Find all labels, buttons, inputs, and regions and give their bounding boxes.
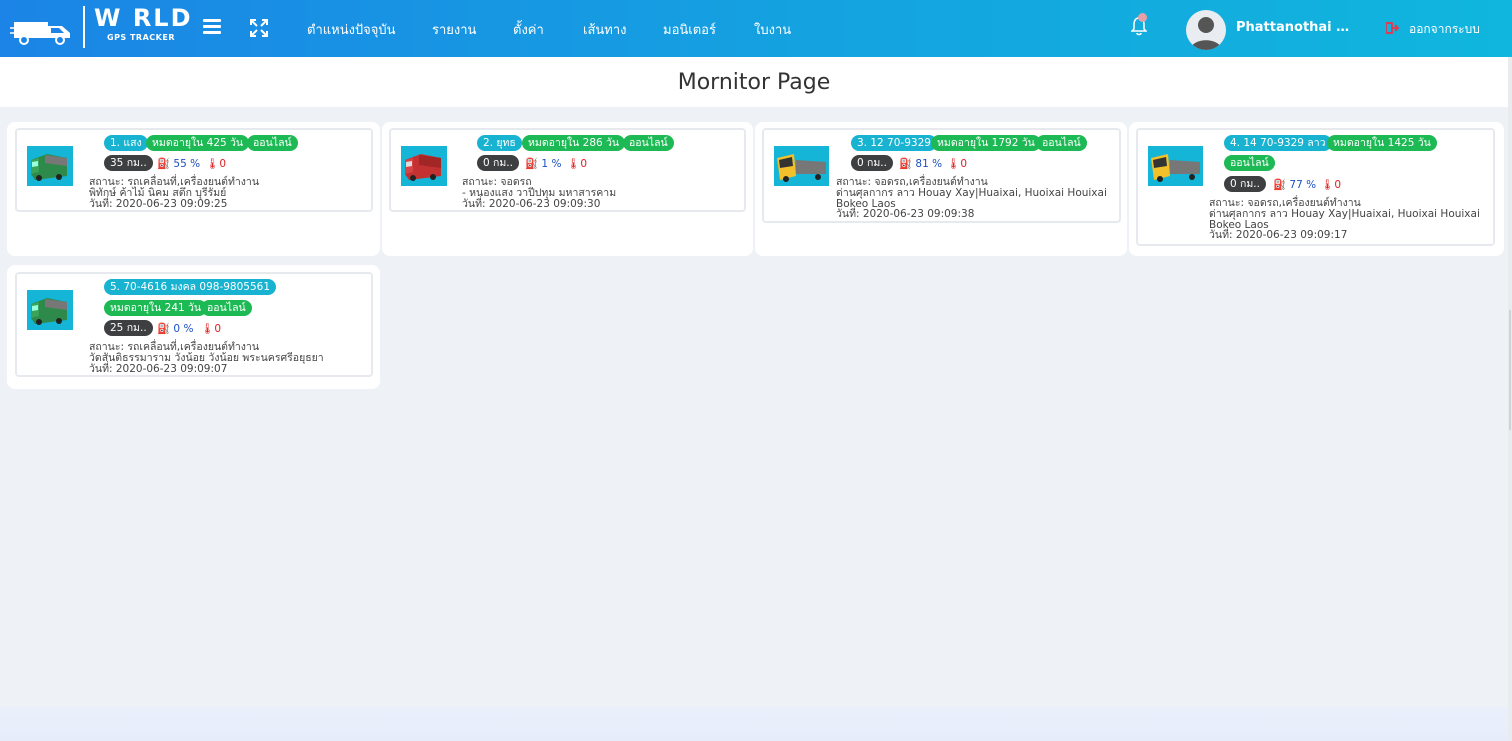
speed-badge: 0 กม.. <box>1224 176 1266 192</box>
logo-subtitle: GPS TRACKER <box>107 33 175 42</box>
truck-yellow-icon[interactable] <box>1148 146 1203 186</box>
speed-badge: 0 กม.. <box>477 155 519 171</box>
thermometer-icon: 🌡 <box>1321 179 1335 191</box>
fuel-icon: ⛽ <box>157 158 171 170</box>
temp-readout: 🌡0 <box>206 157 226 170</box>
notification-dot <box>1138 13 1147 22</box>
truck-logo-icon <box>10 22 70 45</box>
temp-value: 0 <box>219 158 227 170</box>
truck-yellow-icon[interactable] <box>774 146 829 186</box>
fuel-icon: ⛽ <box>157 323 171 335</box>
fuel-icon: ⛽ <box>899 158 913 170</box>
online-badge: ออนไลน์ <box>247 135 298 151</box>
truck-green-icon[interactable] <box>27 146 73 186</box>
online-badge: ออนไลน์ <box>201 300 252 316</box>
logo-text: W RLD <box>94 4 193 32</box>
expiry-badge: หมดอายุใน 241 วัน <box>104 300 208 316</box>
speed-badge: 35 กม.. <box>104 155 153 171</box>
nav-monitor[interactable]: มอนิเตอร์ <box>663 19 716 40</box>
logout-label: ออกจากระบบ <box>1409 22 1480 36</box>
vehicle-date: วันที่: 2020-06-23 09:09:25 <box>89 198 228 210</box>
vehicle-date: วันที่: 2020-06-23 09:09:17 <box>1209 229 1348 241</box>
temp-value: 0 <box>214 323 222 335</box>
temp-readout: 🌡0 <box>947 157 967 170</box>
top-navbar: W RLD GPS TRACKER ตำแหน่งปัจจุบัน รายงาน… <box>0 0 1512 57</box>
fuel-value: 81 % <box>915 158 943 170</box>
temp-readout: 🌡0 <box>1321 178 1341 191</box>
sign-out-icon <box>1386 22 1400 34</box>
fuel-readout: ⛽ 77 % <box>1273 178 1316 191</box>
vehicle-date: วันที่: 2020-06-23 09:09:38 <box>836 208 975 220</box>
page-title: Mornitor Page <box>677 70 831 95</box>
truck-green-icon[interactable] <box>27 290 73 330</box>
vehicle-title-badge[interactable]: 3. 12 70-9329 <box>851 135 937 151</box>
truck-red-icon[interactable] <box>401 146 447 186</box>
nav-work-order[interactable]: ใบงาน <box>754 19 791 40</box>
expiry-badge: หมดอายุใน 1792 วัน <box>931 135 1041 151</box>
hamburger-menu-icon[interactable] <box>203 19 221 35</box>
fuel-value: 77 % <box>1289 179 1317 191</box>
vehicle-date: วันที่: 2020-06-23 09:09:07 <box>89 363 228 375</box>
speed-badge: 0 กม.. <box>851 155 893 171</box>
fuel-readout: ⛽ 1 % <box>525 157 561 170</box>
username[interactable]: Phattanothai Puk... <box>1236 20 1354 35</box>
vehicle-title-badge[interactable]: 2. ยุทธ <box>477 135 522 151</box>
vehicle-title-badge[interactable]: 1. แสง <box>104 135 148 151</box>
expiry-badge: หมดอายุใน 425 วัน <box>146 135 250 151</box>
fuel-icon: ⛽ <box>1273 179 1287 191</box>
thermometer-icon: 🌡 <box>567 158 581 170</box>
temp-value: 0 <box>1334 179 1342 191</box>
fuel-readout: ⛽ 0 % <box>157 322 193 335</box>
vehicle-title-badge[interactable]: 5. 70-4616 มงคล 098-9805561 <box>104 279 277 295</box>
fuel-readout: ⛽ 81 % <box>899 157 942 170</box>
temp-readout: 🌡0 <box>201 322 221 335</box>
footer-band <box>0 707 1508 741</box>
online-badge: ออนไลน์ <box>1036 135 1087 151</box>
vehicle-title-badge[interactable]: 4. 14 70-9329 ลาว <box>1224 135 1332 151</box>
temp-value: 0 <box>960 158 968 170</box>
nav-route[interactable]: เส้นทาง <box>583 19 626 40</box>
scrollbar-thumb[interactable] <box>1509 310 1511 430</box>
temp-value: 0 <box>580 158 588 170</box>
thermometer-icon: 🌡 <box>206 158 220 170</box>
expiry-badge: หมดอายุใน 1425 วัน <box>1327 135 1437 151</box>
logo-separator <box>83 6 85 48</box>
online-badge: ออนไลน์ <box>1224 155 1275 171</box>
speed-badge: 25 กม.. <box>104 320 153 336</box>
fuel-value: 1 % <box>541 158 562 170</box>
thermometer-icon: 🌡 <box>201 323 215 335</box>
nav-current-position[interactable]: ตำแหน่งปัจจุบัน <box>307 19 396 40</box>
fullscreen-icon[interactable] <box>250 19 268 37</box>
online-badge: ออนไลน์ <box>623 135 674 151</box>
thermometer-icon: 🌡 <box>947 158 961 170</box>
expiry-badge: หมดอายุใน 286 วัน <box>522 135 626 151</box>
temp-readout: 🌡0 <box>567 157 587 170</box>
user-silhouette-icon <box>1190 17 1222 50</box>
fuel-readout: ⛽ 55 % <box>157 157 200 170</box>
fuel-value: 55 % <box>173 158 201 170</box>
user-avatar[interactable] <box>1186 10 1226 50</box>
nav-settings[interactable]: ตั้งค่า <box>513 19 544 40</box>
logout-button[interactable]: ออกจากระบบ <box>1386 20 1480 39</box>
fuel-icon: ⛽ <box>525 158 539 170</box>
vehicle-date: วันที่: 2020-06-23 09:09:30 <box>462 198 601 210</box>
nav-report[interactable]: รายงาน <box>432 19 476 40</box>
fuel-value: 0 % <box>173 323 194 335</box>
